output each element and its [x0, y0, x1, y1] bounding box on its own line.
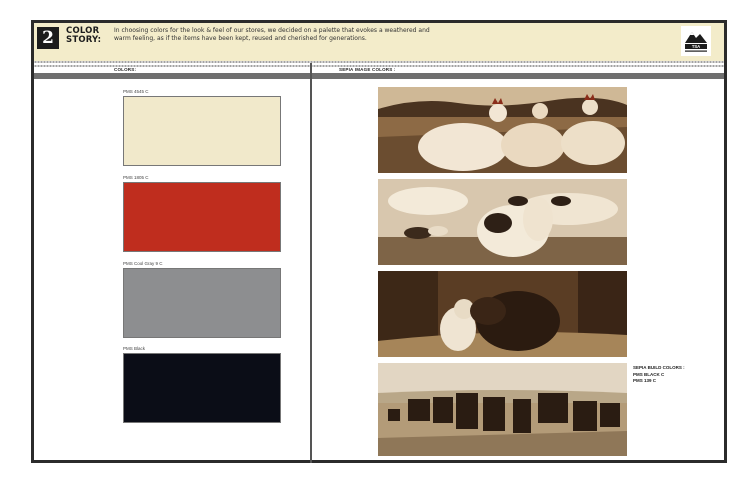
swatch-pms-4545 [123, 96, 281, 166]
horses-photo [378, 363, 627, 456]
section-title: COLOR STORY: [66, 27, 106, 45]
sepia-build-colors: SEPIA BUILD COLORS : PMS BLACK C PMS 139… [633, 365, 713, 385]
cat-and-dog-photo [378, 271, 627, 357]
dotted-rule-top [34, 61, 724, 63]
logo-text: TSA [692, 44, 700, 49]
swatch-label-4: PMS Black [123, 346, 146, 351]
colors-column-label: COLORS: [114, 67, 137, 72]
section-title-line2: STORY: [66, 35, 102, 45]
sepia-column-label: SEPIA IMAGE COLORS : [339, 67, 396, 72]
section-number: 2 [37, 27, 59, 49]
swatch-pms-1805 [123, 182, 281, 252]
color-story-page: 2 COLOR STORY: In choosing colors for th… [31, 20, 727, 463]
swatch-label-1: PMS 4545 C [123, 89, 149, 94]
intro-text: In choosing colors for the look & feel o… [114, 27, 430, 42]
column-divider [310, 63, 312, 463]
swatch-black [123, 353, 281, 423]
swatch-label-3: PMS Cool Gray 9 C [123, 261, 163, 266]
cow-photo [378, 179, 627, 265]
swatch-cool-gray [123, 268, 281, 338]
swatch-label-2: PMS 1805 C [123, 175, 149, 180]
sepia-build-pms-139: PMS 139 C [633, 378, 657, 383]
chickens-photo [378, 87, 627, 173]
gray-rule-bar [34, 73, 724, 79]
header-band: 2 COLOR STORY: In choosing colors for th… [34, 23, 724, 61]
brand-logo: TSA [681, 26, 711, 56]
